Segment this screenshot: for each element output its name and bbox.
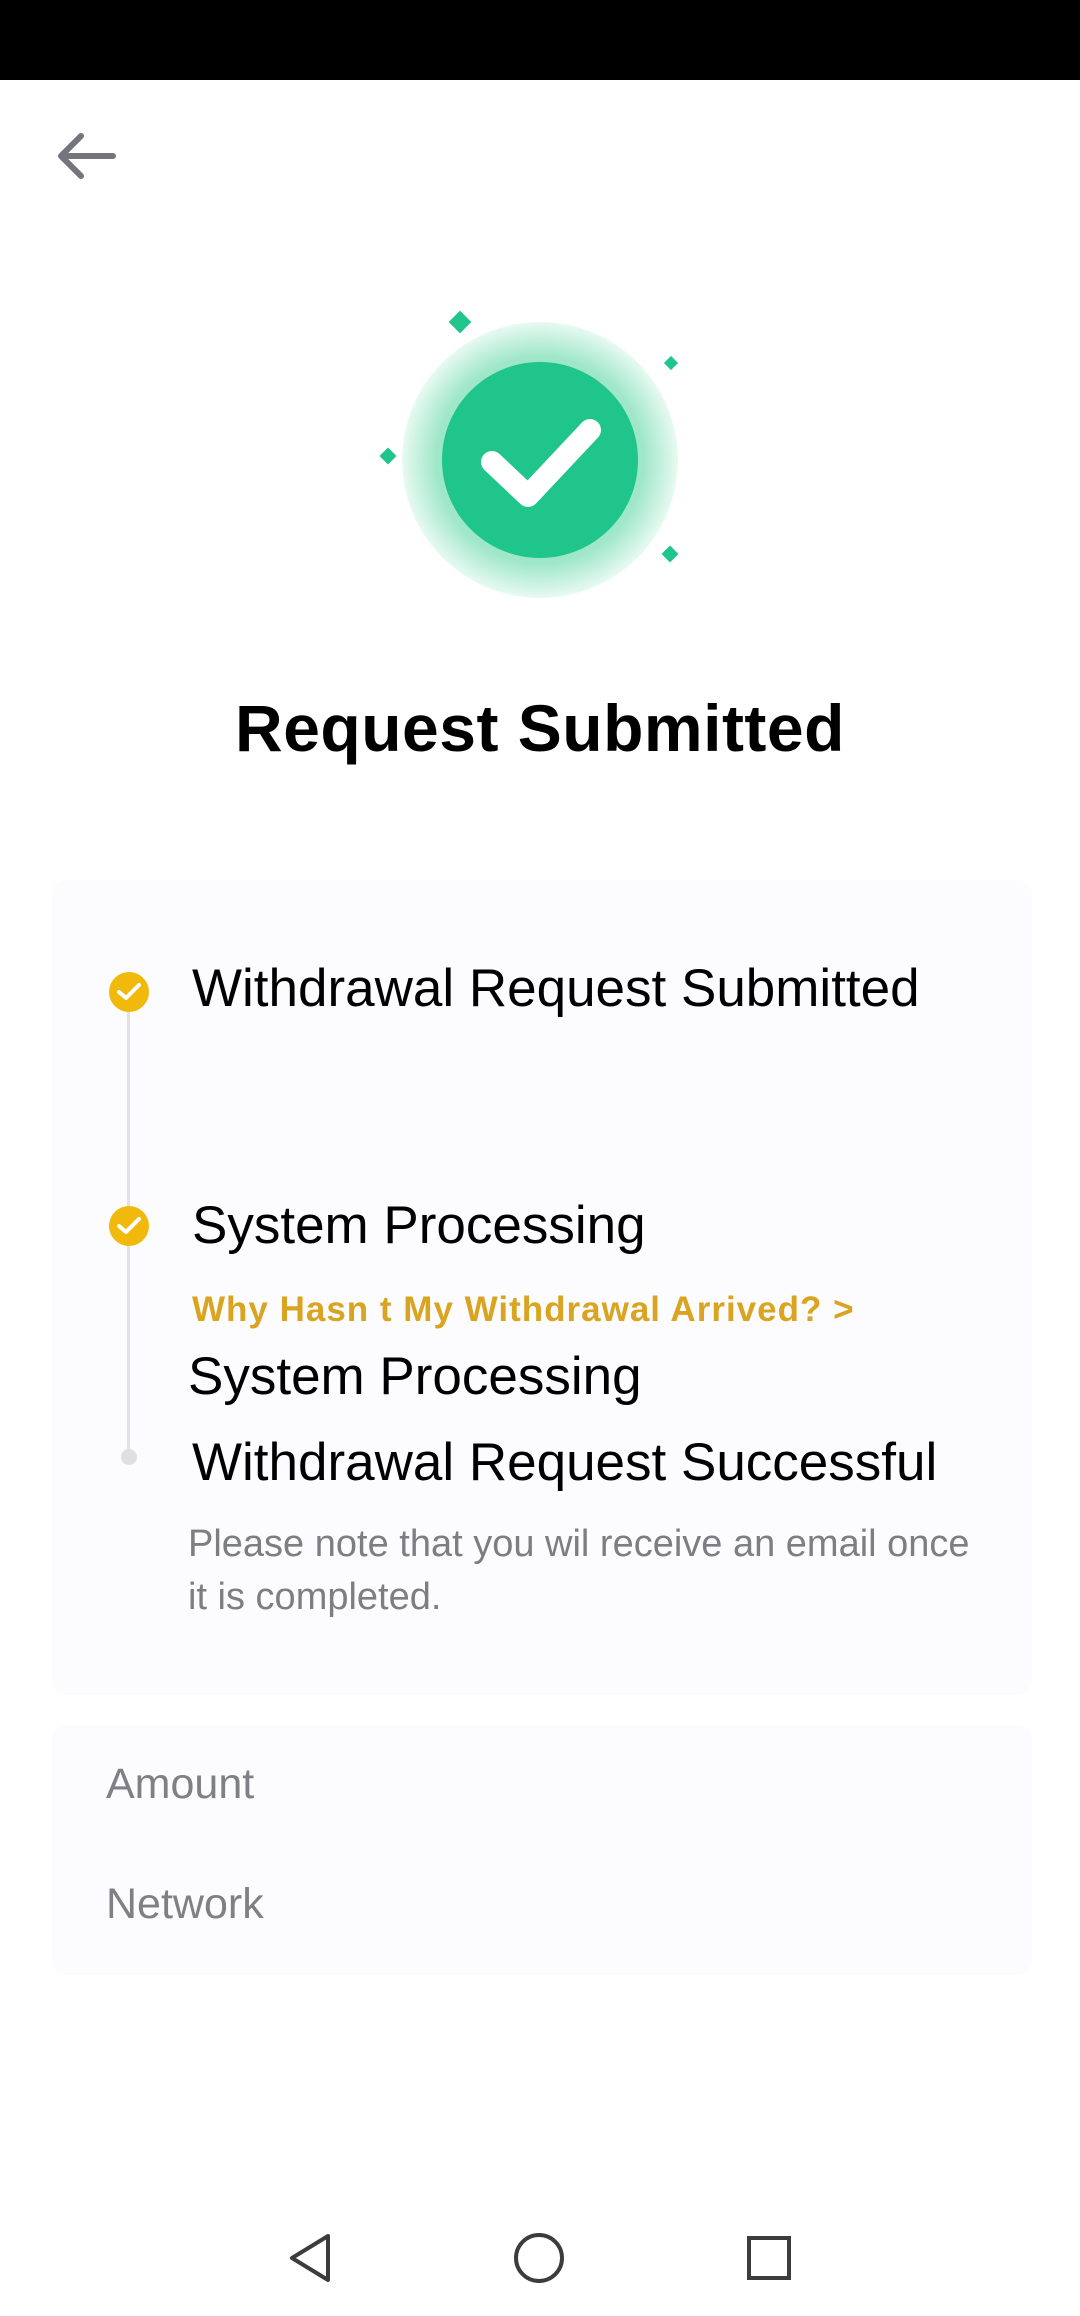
- network-label: Network: [106, 1880, 264, 1928]
- timeline-step-label: System Processing: [192, 1196, 646, 1255]
- nav-home-button[interactable]: [504, 2225, 574, 2291]
- withdrawal-status-screen: Request Submitted Withdrawal Request Sub…: [0, 0, 1080, 2316]
- arrow-left-icon: [58, 133, 116, 179]
- nav-recents-button[interactable]: [734, 2225, 804, 2291]
- page-title: Request Submitted: [235, 691, 845, 765]
- amount-label: Amount: [106, 1760, 255, 1808]
- timeline-step-label: Withdrawal Request Submitted: [192, 959, 920, 1018]
- timeline-step-label: Withdrawal Request Successful: [192, 1433, 938, 1492]
- step-pending-dot: [121, 1449, 137, 1465]
- email-notice: Please note that you wil receive an emai…: [188, 1523, 970, 1618]
- circle-home-icon: [514, 2233, 564, 2283]
- triangle-back-icon: [290, 2234, 330, 2282]
- success-check-icon: [379, 310, 679, 598]
- square-recents-icon: [747, 2236, 791, 2280]
- back-button[interactable]: [40, 118, 130, 194]
- step-done-check-icon: [109, 1206, 149, 1246]
- timeline-step-label: System Processing: [188, 1347, 642, 1406]
- withdrawal-help-link[interactable]: Why Hasn t My Withdrawal Arrived? >: [192, 1290, 855, 1330]
- status-bar: [0, 0, 1080, 80]
- success-illustration: [360, 290, 700, 630]
- nav-back-button[interactable]: [274, 2225, 344, 2291]
- step-done-check-icon: [109, 972, 149, 1012]
